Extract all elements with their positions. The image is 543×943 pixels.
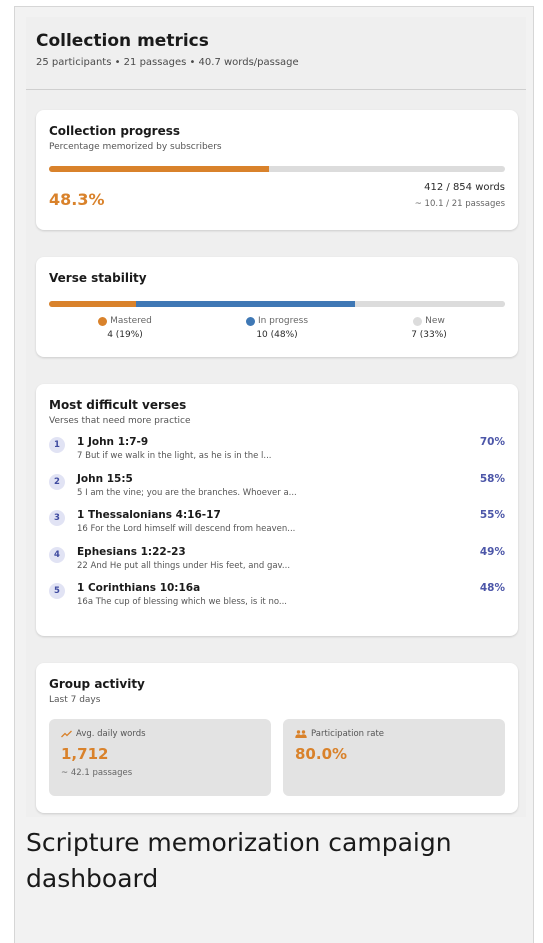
card-title: Collection progress <box>49 124 181 138</box>
verse-reference: John 15:5 <box>77 472 133 485</box>
screenshot-frame: Collection metrics 25 participants • 21 … <box>14 6 534 943</box>
list-item[interactable]: 4 Ephesians 1:22-23 22 And He put all th… <box>49 546 505 583</box>
image-caption: Scripture memorization campaign dashboar… <box>26 828 452 893</box>
list-item[interactable]: 2 John 15:5 5 I am the vine; you are the… <box>49 473 505 510</box>
stat-value: 1,712 <box>61 745 109 763</box>
trending-up-icon <box>61 730 72 738</box>
rank-badge: 4 <box>49 546 65 563</box>
verse-percent: 58% <box>479 472 505 485</box>
card-subtitle: Percentage memorized by subscribers <box>49 142 222 152</box>
passages-count: ~ 10.1 / 21 passages <box>414 199 505 209</box>
metrics-panel: Collection metrics 25 participants • 21 … <box>26 17 526 817</box>
card-subtitle: Last 7 days <box>49 695 101 705</box>
stability-segment-in_progress <box>135 301 355 307</box>
verse-excerpt: 22 And He put all things under His feet,… <box>77 560 291 571</box>
legend-label: Mastered <box>110 316 152 326</box>
verse-percent: 70% <box>479 436 505 448</box>
legend-new: New 7 (33%) <box>353 316 505 340</box>
stability-segment-new <box>354 301 505 307</box>
progress-percent: 48.3% <box>49 190 105 209</box>
legend-value: 10 (48%) <box>256 330 298 340</box>
verse-excerpt: 7 But if we walk in the light, as he is … <box>77 451 272 461</box>
verse-reference: Ephesians 1:22-23 <box>77 545 186 558</box>
verse-excerpt: 5 I am the vine; you are the branches. W… <box>77 487 297 498</box>
avg-daily-words-tile: Avg. daily words 1,712 ~ 42.1 passages <box>49 719 271 796</box>
stat-label: Participation rate <box>311 729 385 739</box>
group-icon <box>295 730 307 738</box>
mastered-dot-icon <box>98 316 108 326</box>
verse-percent: 55% <box>479 509 505 521</box>
verse-list: 1 1 John 1:7-9 7 But if we walk in the l… <box>49 436 505 619</box>
verse-reference: 1 Thessalonians 4:16-17 <box>77 509 221 521</box>
verse-percent: 48% <box>479 582 505 594</box>
progress-bar-fill <box>49 166 270 172</box>
difficult-verses-card: Most difficult verses Verses that need m… <box>36 384 518 636</box>
legend-in-progress: In progress 10 (48%) <box>201 316 353 340</box>
page-subtitle: 25 participants • 21 passages • 40.7 wor… <box>36 57 299 68</box>
rank-badge: 3 <box>49 510 65 526</box>
rank-badge: 5 <box>49 583 65 599</box>
stat-sub: ~ 42.1 passages <box>61 768 133 778</box>
verse-reference: 1 Corinthians 10:16a <box>77 582 201 594</box>
participation-rate-tile: Participation rate 80.0% <box>283 719 505 796</box>
group-activity-card: Group activity Last 7 days Avg. daily wo… <box>36 663 518 813</box>
progress-bar <box>49 166 505 172</box>
in-progress-dot-icon <box>245 316 255 326</box>
legend-mastered: Mastered 4 (19%) <box>49 316 201 340</box>
verse-percent: 49% <box>479 545 505 558</box>
metrics-header: Collection metrics 25 participants • 21 … <box>26 17 526 90</box>
stat-value: 80.0% <box>295 745 348 763</box>
stability-segment-mastered <box>49 301 136 307</box>
verse-reference: 1 John 1:7-9 <box>77 436 149 448</box>
rank-badge: 1 <box>49 437 65 453</box>
card-title: Group activity <box>49 677 145 691</box>
verse-stability-card: Verse stability Mastered 4 (19%) In prog… <box>36 257 518 357</box>
list-item[interactable]: 3 1 Thessalonians 4:16-17 16 For the Lor… <box>49 509 505 546</box>
collection-progress-card: Collection progress Percentage memorized… <box>36 110 518 230</box>
new-dot-icon <box>413 316 423 326</box>
list-item[interactable]: 5 1 Corinthians 10:16a 16a The cup of bl… <box>49 582 505 619</box>
legend-value: 7 (33%) <box>411 330 447 340</box>
legend-value: 4 (19%) <box>107 330 143 340</box>
legend-label: New <box>425 316 445 326</box>
card-subtitle: Verses that need more practice <box>49 416 191 426</box>
stability-legend: Mastered 4 (19%) In progress 10 (48%) Ne… <box>49 316 505 340</box>
card-title: Most difficult verses <box>49 398 187 412</box>
stat-label: Avg. daily words <box>76 729 146 739</box>
words-count: 412 / 854 words <box>424 182 505 193</box>
verse-excerpt: 16 For the Lord himself will descend fro… <box>77 524 296 534</box>
verse-excerpt: 16a The cup of blessing which we bless, … <box>77 597 288 607</box>
page-title: Collection metrics <box>36 31 209 51</box>
list-item[interactable]: 1 1 John 1:7-9 7 But if we walk in the l… <box>49 436 505 473</box>
card-title: Verse stability <box>49 271 147 285</box>
legend-label: In progress <box>257 316 309 326</box>
rank-badge: 2 <box>49 473 65 490</box>
stability-bar <box>49 301 505 307</box>
